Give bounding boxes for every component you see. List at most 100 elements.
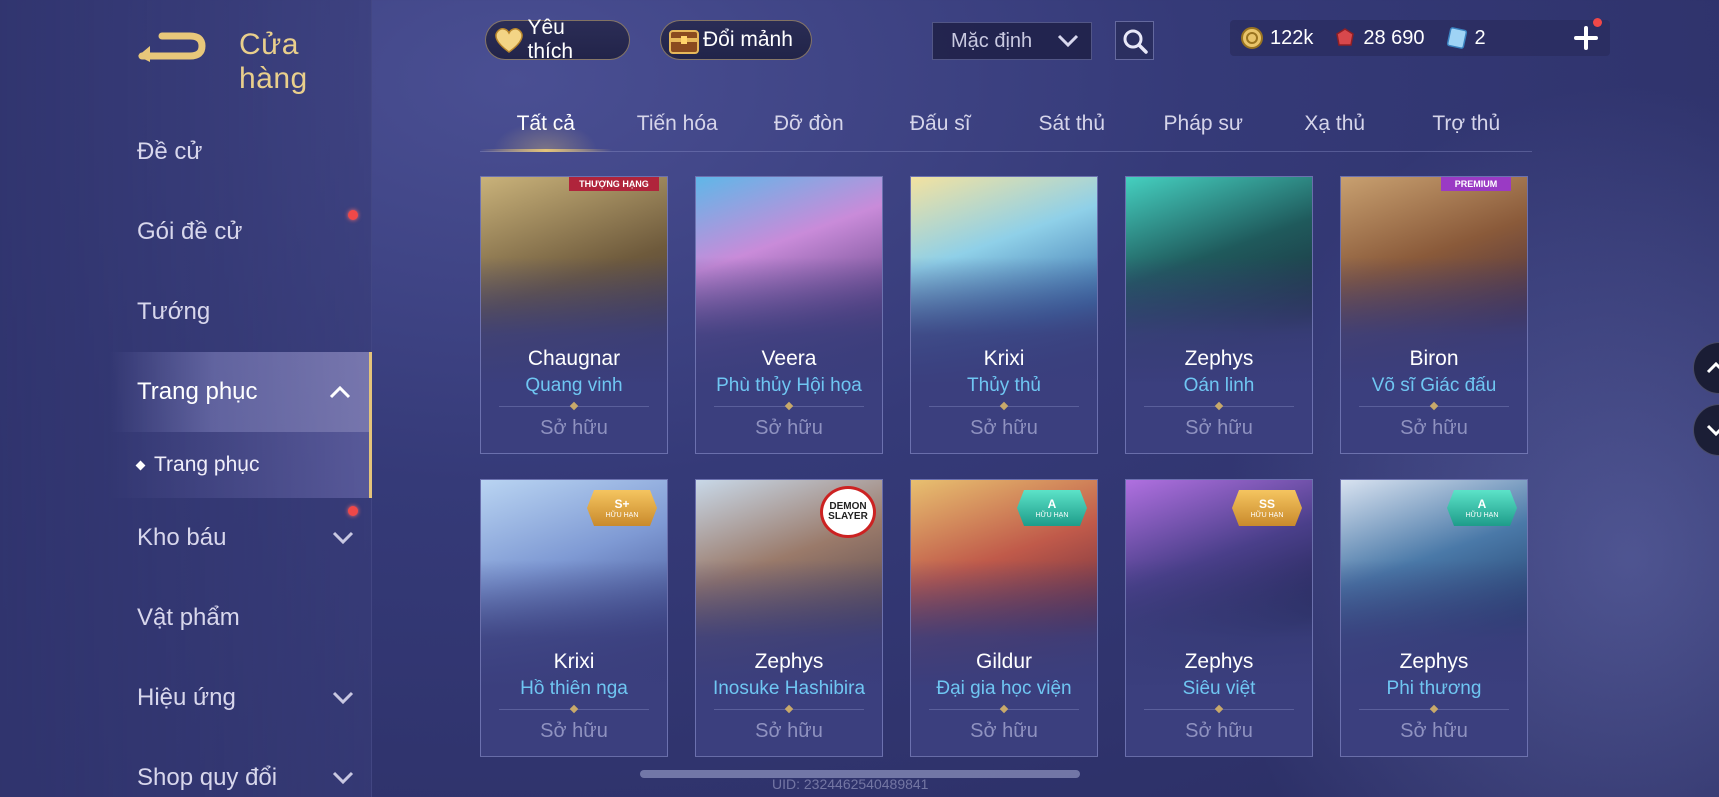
gems-amount: 28 690 (1363, 26, 1425, 49)
gold-counter: 122k (1240, 26, 1313, 50)
skin-card[interactable]: SS HỮU HẠN Zephys Siêu việt Sở hữu (1125, 479, 1313, 757)
sidebar-item-label: Hiệu ứng (137, 684, 236, 711)
tab-dau-si[interactable]: Đấu sĩ (875, 104, 1007, 151)
owned-status: Sở hữu (1400, 417, 1468, 439)
rarity-badge: SS HỮU HẠN (1232, 490, 1302, 526)
rarity-badge: THƯỢNG HẠNG (569, 177, 659, 191)
rarity-limited: HỮU HẠN (605, 511, 639, 519)
skin-name: Hồ thiên nga (520, 678, 628, 699)
search-button[interactable] (1115, 21, 1154, 60)
exchange-fragments-button[interactable]: Đổi mảnh (660, 20, 812, 60)
skin-name: Oán linh (1183, 375, 1255, 396)
diamond-bullet-icon (135, 460, 146, 470)
skin-card[interactable]: Zephys Oán linh Sở hữu (1125, 176, 1313, 454)
sidebar-item-shop-quy-doi[interactable]: Shop quy đổi (0, 738, 372, 797)
rarity-limited: HỮU HẠN (1465, 511, 1499, 519)
chevron-down-icon (332, 531, 354, 545)
gold-coin-icon (1241, 27, 1263, 49)
skin-name: Võ sĩ Giác đấu (1371, 375, 1497, 396)
skin-name: Phi thương (1386, 678, 1482, 699)
hero-name: Veera (761, 347, 817, 370)
sidebar-subitem-label: Trang phục (154, 453, 260, 476)
skin-card[interactable]: Veera Phù thủy Hội họa Sở hữu (695, 176, 883, 454)
owned-status: Sở hữu (540, 720, 608, 742)
rarity-badge: A HỮU HẠN (1447, 490, 1517, 526)
skin-name: Đại gia học viện (936, 678, 1072, 699)
rarity-badge: S+ HỮU HẠN (587, 490, 657, 526)
voucher-amount: 2 (1474, 26, 1486, 49)
notification-dot (348, 210, 358, 220)
sidebar: Cửa hàng Đề cử Gói đề cử Tướng Trang phụ… (0, 0, 372, 797)
sidebar-item-label: Kho báu (137, 524, 227, 551)
skin-card[interactable]: S+ HỮU HẠN Krixi Hồ thiên nga Sở hữu (480, 479, 668, 757)
hero-name: Krixi (553, 650, 595, 673)
scroll-down-button[interactable] (1693, 404, 1719, 456)
favorite-label: Yêu thích (527, 16, 574, 63)
rarity-limited: HỮU HẠN (1250, 511, 1284, 519)
skin-card[interactable]: Krixi Thủy thủ Sở hữu (910, 176, 1098, 454)
sidebar-item-de-cu[interactable]: Đề cử (0, 112, 372, 192)
hero-name: Krixi (983, 347, 1025, 370)
sidebar-nav: Đề cử Gói đề cử Tướng Trang phục Trang p… (0, 112, 372, 797)
currency-bar: 122k 28 690 2 (1230, 20, 1610, 56)
divider (929, 406, 1079, 407)
sidebar-item-trang-phuc[interactable]: Trang phục (110, 352, 372, 432)
rarity-tier: SS (1258, 496, 1275, 511)
search-icon (1123, 29, 1148, 54)
hero-name: Zephys (1399, 650, 1469, 673)
skin-card[interactable]: PREMIUM Biron Võ sĩ Giác đấu Sở hữu (1340, 176, 1528, 454)
owned-status: Sở hữu (970, 417, 1038, 439)
sidebar-item-tuong[interactable]: Tướng (0, 272, 372, 352)
skin-card[interactable]: A HỮU HẠN Gildur Đại gia học viện Sở hữu (910, 479, 1098, 757)
owned-status: Sở hữu (970, 720, 1038, 742)
chevron-up-icon (1706, 361, 1719, 374)
tab-xa-thu[interactable]: Xạ thủ (1269, 104, 1401, 151)
sidebar-item-label: Gói đề cử (137, 218, 243, 245)
tab-tat-ca[interactable]: Tất cả (480, 104, 612, 152)
rarity-tier: S+ (614, 496, 630, 511)
plus-icon (1574, 26, 1598, 50)
owned-status: Sở hữu (755, 417, 823, 439)
tab-tien-hoa[interactable]: Tiến hóa (612, 104, 744, 151)
sidebar-item-label: Trang phục (137, 378, 258, 405)
gold-amount: 122k (1270, 26, 1314, 49)
favorite-button[interactable]: Yêu thích (485, 16, 630, 63)
hero-name: Zephys (1184, 347, 1254, 370)
tab-tro-thu[interactable]: Trợ thủ (1401, 104, 1533, 151)
skin-card[interactable]: A HỮU HẠN Zephys Phi thương Sở hữu (1340, 479, 1528, 757)
sidebar-item-label: Đề cử (137, 138, 203, 165)
hero-name: Gildur (975, 650, 1033, 673)
tab-do-don[interactable]: Đỡ đòn (743, 104, 875, 151)
rarity-limited: HỮU HẠN (1035, 511, 1069, 519)
hero-name: Zephys (1184, 650, 1254, 673)
rarity-badge: A HỮU HẠN (1017, 490, 1087, 526)
back-button[interactable] (134, 26, 208, 66)
divider (499, 709, 649, 710)
owned-status: Sở hữu (1185, 720, 1253, 742)
sidebar-subitem-trang-phuc[interactable]: Trang phục (110, 432, 372, 498)
hero-name: Zephys (754, 650, 824, 673)
exchange-label: Đổi mảnh (703, 28, 793, 51)
tab-sat-thu[interactable]: Sát thủ (1006, 104, 1138, 151)
skin-card[interactable]: THƯỢNG HẠNG Chaugnar Quang vinh Sở hữu (480, 176, 668, 454)
owned-status: Sở hữu (755, 720, 823, 742)
back-arrow-icon (138, 32, 206, 62)
sidebar-item-label: Vật phẩm (137, 604, 240, 631)
rarity-badge: PREMIUM (1441, 177, 1511, 191)
heart-icon (490, 21, 527, 59)
tab-phap-su[interactable]: Pháp sư (1138, 104, 1270, 151)
divider (1144, 406, 1294, 407)
page-title: Cửa hàng (239, 28, 308, 95)
skin-card[interactable]: DEMON SLAYER Zephys Inosuke Hashibira Sở… (695, 479, 883, 757)
sidebar-item-hieu-ung[interactable]: Hiệu ứng (0, 658, 372, 738)
owned-status: Sở hữu (540, 417, 608, 439)
sort-dropdown[interactable]: Mặc định (932, 22, 1092, 60)
owned-status: Sở hữu (1400, 720, 1468, 742)
sidebar-item-kho-bau[interactable]: Kho báu (0, 498, 372, 578)
sidebar-item-vat-pham[interactable]: Vật phẩm (0, 578, 372, 658)
owned-status: Sở hữu (1185, 417, 1253, 439)
sort-value: Mặc định (951, 29, 1033, 52)
sidebar-item-goi-de-cu[interactable]: Gói đề cử (0, 192, 372, 272)
scroll-up-button[interactable] (1693, 342, 1719, 394)
gems-counter: 28 690 (1333, 26, 1425, 50)
